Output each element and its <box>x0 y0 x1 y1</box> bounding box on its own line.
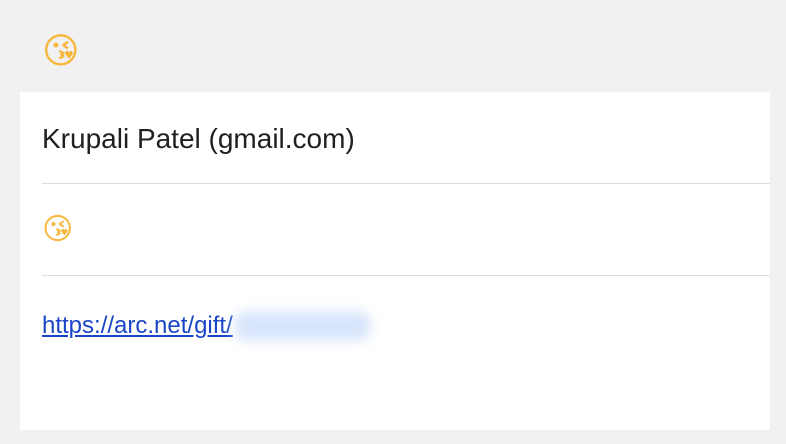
page: 😘 Krupali Patel (gmail.com) 😘 https://ar… <box>0 0 786 444</box>
gift-link-wrapper[interactable]: https://arc.net/gift/ <box>42 312 370 340</box>
message-card: 😘 Krupali Patel (gmail.com) 😘 https://ar… <box>20 12 770 430</box>
card-header: 😘 <box>20 12 770 92</box>
kissing-face-icon: 😘 <box>42 211 74 247</box>
emoji-row: 😘 <box>42 184 770 276</box>
gift-link[interactable]: https://arc.net/gift/ <box>42 312 233 340</box>
redacted-link-code <box>234 312 370 340</box>
sender-name: Krupali Patel (gmail.com) <box>42 122 355 154</box>
sender-row: Krupali Patel (gmail.com) <box>42 92 770 184</box>
kissing-face-icon: 😘 <box>42 31 80 72</box>
link-row: https://arc.net/gift/ <box>42 276 770 376</box>
card-body: Krupali Patel (gmail.com) 😘 https://arc.… <box>20 92 770 376</box>
